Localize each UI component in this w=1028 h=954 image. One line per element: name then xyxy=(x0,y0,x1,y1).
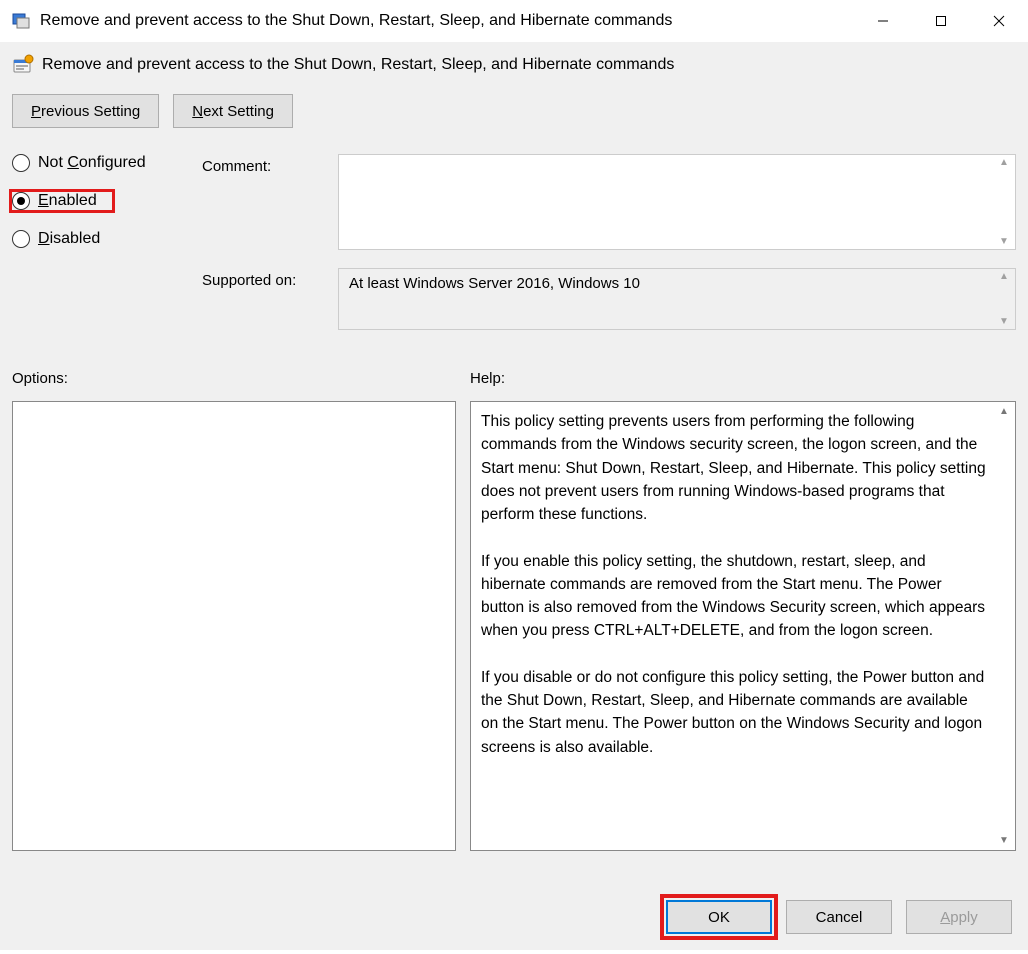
radio-enabled[interactable]: Enabled xyxy=(10,190,114,212)
policy-icon xyxy=(12,54,34,76)
state-radios: Not Configured Enabled Disabled xyxy=(12,154,180,348)
supported-value: At least Windows Server 2016, Windows 10 xyxy=(349,275,640,292)
ok-button[interactable]: OK xyxy=(666,900,772,934)
scroll-icon[interactable]: ▲▼ xyxy=(995,157,1013,247)
radio-icon xyxy=(12,154,30,172)
radio-label: Enabled xyxy=(38,192,97,210)
options-label: Options: xyxy=(12,370,470,387)
help-pane: This policy setting prevents users from … xyxy=(470,401,1016,851)
options-pane xyxy=(12,401,456,851)
close-button[interactable] xyxy=(970,0,1028,42)
radio-label: Not Configured xyxy=(38,154,146,172)
comment-textarea[interactable]: ▲▼ xyxy=(338,154,1016,250)
radio-not-configured[interactable]: Not Configured xyxy=(12,154,180,172)
supported-on-box: At least Windows Server 2016, Windows 10… xyxy=(338,268,1016,330)
prev-label-rest: revious Setting xyxy=(41,103,140,120)
help-text: This policy setting prevents users from … xyxy=(471,402,1015,767)
previous-setting-button[interactable]: Previous Setting xyxy=(12,94,159,128)
radio-label: Disabled xyxy=(38,230,100,248)
maximize-button[interactable] xyxy=(912,0,970,42)
scroll-icon[interactable]: ▲▼ xyxy=(995,271,1013,327)
titlebar: Remove and prevent access to the Shut Do… xyxy=(0,0,1028,42)
supported-label: Supported on: xyxy=(202,268,338,330)
client-area: Remove and prevent access to the Shut Do… xyxy=(0,42,1028,950)
next-setting-button[interactable]: Next Setting xyxy=(173,94,293,128)
policy-heading: Remove and prevent access to the Shut Do… xyxy=(42,56,674,74)
next-label-rest: ext Setting xyxy=(203,103,274,120)
comment-label: Comment: xyxy=(202,154,338,250)
radio-icon xyxy=(12,192,30,210)
window-title: Remove and prevent access to the Shut Do… xyxy=(40,12,854,30)
cancel-button[interactable]: Cancel xyxy=(786,900,892,934)
help-label: Help: xyxy=(470,370,505,387)
radio-disabled[interactable]: Disabled xyxy=(12,230,180,248)
scrollbar[interactable]: ▲▼ xyxy=(995,406,1013,846)
apply-button[interactable]: Apply xyxy=(906,900,1012,934)
app-icon xyxy=(10,10,32,32)
minimize-button[interactable] xyxy=(854,0,912,42)
radio-icon xyxy=(12,230,30,248)
